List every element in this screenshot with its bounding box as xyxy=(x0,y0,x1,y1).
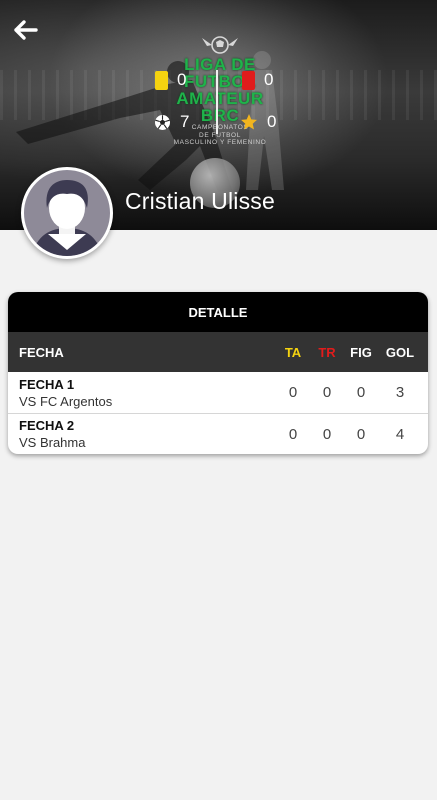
arrow-left-icon xyxy=(14,20,38,40)
red-card-icon xyxy=(242,70,255,90)
yellow-cards-count: 0 xyxy=(177,70,187,89)
row-fecha-name: FECHA 2 xyxy=(19,418,75,433)
table-row[interactable]: FECHA 2 VS Brahma 0 0 0 4 xyxy=(8,413,428,454)
table-body: FECHA 1 VS FC Argentos 0 0 0 3 FECHA 2 V… xyxy=(8,372,428,454)
league-logo: LIGA DE FUTBOL AMATEUR BRC CAMPEONATOS D… xyxy=(160,34,280,160)
yellow-cards-stat: 0 xyxy=(155,70,186,90)
column-fig: FIG xyxy=(350,344,372,360)
row-ta-value: 0 xyxy=(288,384,298,401)
default-avatar-icon xyxy=(32,180,102,256)
back-button[interactable] xyxy=(12,16,42,44)
row-fecha-cell: FECHA 1 VS FC Argentos xyxy=(8,376,276,410)
detail-card: DETALLE FECHA TA TR FIG GOL FECHA 1 VS F… xyxy=(8,292,428,454)
row-tr-value: 0 xyxy=(322,384,332,401)
row-opponent: VS FC Argentos xyxy=(19,393,113,409)
league-crest-icon xyxy=(202,36,238,54)
player-name: Cristian Ulisse xyxy=(125,188,275,214)
logo-sub-2: DE FUTBOL xyxy=(199,131,241,139)
row-tr-value: 0 xyxy=(322,425,332,443)
goals-count: 7 xyxy=(180,112,190,131)
column-fecha: FECHA xyxy=(19,344,64,360)
table-header: FECHA TA TR FIG GOL xyxy=(8,332,428,372)
soccer-ball-icon xyxy=(155,114,170,130)
figure-count: 0 xyxy=(267,112,277,131)
table-row[interactable]: FECHA 1 VS FC Argentos 0 0 0 3 xyxy=(8,372,428,413)
avatar xyxy=(21,167,113,259)
row-fecha-name: FECHA 1 xyxy=(19,376,75,392)
row-gol-value: 3 xyxy=(395,384,405,401)
goals-stat: 7 xyxy=(154,112,189,132)
red-cards-count: 0 xyxy=(264,70,274,89)
detail-title: DETALLE xyxy=(8,292,428,332)
row-fig-value: 0 xyxy=(356,425,366,443)
yellow-card-icon xyxy=(155,70,168,90)
row-gol-value: 4 xyxy=(395,425,405,443)
star-icon xyxy=(241,114,257,130)
logo-line-3: AMATEUR xyxy=(176,89,264,108)
logo-sub-3: MASCULINO Y FEMENINO xyxy=(173,139,267,146)
row-opponent: VS Brahma xyxy=(19,435,86,450)
red-cards-stat: 0 xyxy=(242,70,273,90)
column-ta: TA xyxy=(284,344,302,360)
row-ta-value: 0 xyxy=(288,425,298,443)
row-fecha-cell: FECHA 2 VS Brahma xyxy=(8,417,276,451)
figure-stat: 0 xyxy=(240,112,276,132)
stats-divider xyxy=(216,70,218,134)
column-gol: GOL xyxy=(385,344,415,360)
column-tr: TR xyxy=(318,344,336,360)
row-fig-value: 0 xyxy=(356,384,366,401)
